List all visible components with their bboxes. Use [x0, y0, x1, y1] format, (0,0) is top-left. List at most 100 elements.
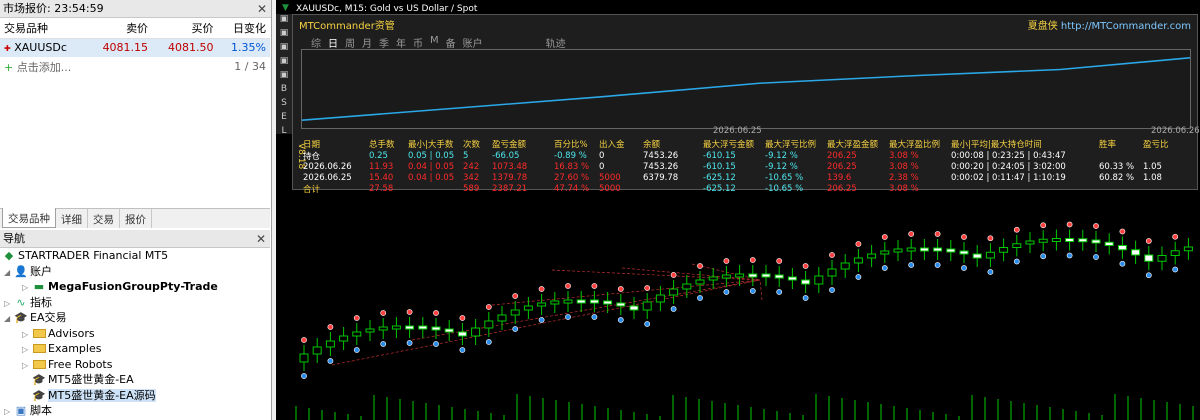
chevron-right-icon[interactable]: ▷	[22, 280, 32, 296]
tool-window-icon[interactable]: ▣	[276, 28, 292, 42]
tab-week[interactable]: 周	[345, 35, 355, 50]
tree-indicators[interactable]: ▷ ∿ 指标	[0, 295, 270, 311]
candle-body	[999, 247, 1009, 253]
candle-body	[603, 300, 613, 305]
tree-accounts[interactable]: ◢ 👤 账户	[0, 264, 270, 280]
tab-details[interactable]: 详细	[56, 209, 88, 228]
close-icon[interactable]: ✕	[256, 230, 266, 248]
down-arrow-icon: ✚	[4, 44, 11, 54]
cell-balance	[641, 183, 701, 195]
tab-magic[interactable]: M	[430, 35, 439, 50]
plus-icon: +	[4, 60, 14, 74]
buy-marker	[934, 262, 941, 268]
candle-body	[761, 273, 771, 278]
th-win-rate: 胜率	[1099, 139, 1117, 150]
close-icon[interactable]: ✕	[257, 0, 267, 18]
tool-window-icon[interactable]: ▣	[276, 56, 292, 70]
th-float-profit-pct: 最大浮盈比例	[889, 139, 941, 150]
tree-account[interactable]: ▷ ▬ MegaFusionGroupPty-Trade	[0, 279, 270, 295]
tab-note[interactable]: 备	[446, 35, 456, 50]
equity-line	[302, 57, 1190, 121]
link-url[interactable]: http://MTCommander.com	[1061, 21, 1191, 32]
candle-body	[1117, 245, 1127, 251]
chevron-down-icon[interactable]: ◢	[4, 311, 14, 327]
table-row[interactable]: ✚ XAUUSDc 4081.15 4081.50 1.35%	[0, 38, 270, 57]
sell-marker	[829, 252, 835, 258]
navigator-title: 导航 ✕	[0, 230, 270, 248]
tool-l-label[interactable]: L	[276, 126, 292, 140]
buy-marker	[301, 373, 307, 379]
sell-marker	[934, 231, 941, 237]
chevron-down-icon[interactable]: ◢	[4, 265, 14, 281]
tool-e-label[interactable]: E	[276, 112, 292, 126]
tree-broker[interactable]: ◆ STARTRADER Financial MT5	[0, 248, 270, 264]
tree-folder-examples[interactable]: ▷ Examples	[0, 341, 270, 357]
th-count: 次数	[463, 139, 481, 150]
tab-trading[interactable]: 交易	[88, 209, 120, 228]
candle-body	[735, 273, 745, 278]
tab-year[interactable]: 年	[396, 35, 406, 50]
tool-window-icon[interactable]: ▣	[276, 70, 292, 84]
tool-window-icon[interactable]: ▣	[276, 14, 292, 28]
tree-experts[interactable]: ◢ 🎓 EA交易	[0, 310, 270, 326]
candle-body	[972, 253, 982, 259]
accounts-icon: 👤	[14, 264, 28, 278]
col-ask[interactable]: 买价	[152, 18, 218, 39]
chevron-right-icon[interactable]: ▷	[4, 296, 14, 312]
cell-date: 2026.06.25	[303, 172, 352, 183]
chart-type-icon: ▼	[282, 3, 289, 13]
buy-marker	[353, 347, 360, 353]
buy-marker	[697, 295, 703, 301]
chevron-right-icon[interactable]: ▷	[22, 342, 32, 358]
tab-symbol[interactable]: 币	[413, 35, 423, 50]
chevron-right-icon[interactable]: ▷	[22, 358, 32, 374]
buy-marker	[802, 295, 809, 301]
col-change[interactable]: 日变化	[217, 18, 270, 39]
tree-ea-source-item[interactable]: 🎓 MT5盛世黄金-EA源码	[0, 388, 270, 404]
cell-hold-time: 0:00:20 | 0:24:05 | 3:02:00	[951, 162, 1066, 173]
tab-symbols[interactable]: 交易品种	[2, 208, 56, 228]
tree-folder-free-robots[interactable]: ▷ Free Robots	[0, 357, 270, 373]
tab-day[interactable]: 日	[328, 35, 338, 50]
tool-window-icon[interactable]: ▣	[276, 42, 292, 56]
th-flow: 出入金	[599, 139, 625, 150]
candle-body	[1183, 246, 1193, 252]
cell-float-profit: 139.6	[827, 172, 852, 183]
candle-body	[933, 247, 943, 252]
tool-b-label[interactable]: B	[276, 84, 292, 98]
tab-all[interactable]: 综	[311, 35, 321, 50]
folder-icon	[32, 341, 46, 357]
candle-body	[642, 301, 652, 311]
tab-quarter[interactable]: 季	[379, 35, 389, 50]
candlestick-area[interactable]	[292, 190, 1198, 420]
col-symbol[interactable]: 交易品种	[0, 18, 87, 39]
tree-folder-advisors[interactable]: ▷ Advisors	[0, 326, 270, 342]
sell-marker	[1172, 233, 1179, 240]
sell-marker	[406, 309, 413, 315]
buy-marker	[1013, 258, 1020, 265]
chevron-right-icon[interactable]: ▷	[22, 327, 32, 343]
buy-marker	[1145, 272, 1152, 279]
col-bid[interactable]: 卖价	[86, 18, 153, 39]
cell-pnl: 1073.48	[492, 162, 528, 173]
candle-body	[655, 294, 665, 303]
add-symbol-row[interactable]: + 点击添加... 1 / 34	[0, 57, 270, 77]
panel-link[interactable]: 夏盘侠 http://MTCommander.com	[1028, 17, 1191, 32]
th-lots: 总手数	[369, 139, 395, 150]
tab-track[interactable]: 轨迹	[546, 35, 566, 50]
tab-account[interactable]: 账户	[463, 35, 483, 50]
tree-scripts[interactable]: ▷ ▣ 脚本	[0, 403, 270, 419]
cell-float-profit: 206.25	[827, 184, 857, 194]
tab-ticks[interactable]: 报价	[120, 209, 152, 228]
tab-month[interactable]: 月	[362, 35, 372, 50]
tree-ea-item[interactable]: 🎓 MT5盛世黄金-EA	[0, 372, 270, 388]
buy-marker	[829, 287, 835, 293]
cell-balance: 6379.78	[643, 172, 679, 183]
cell-date: 合计	[303, 185, 321, 195]
chart-window[interactable]: ▼ XAUUSDc, M15: Gold vs US Dollar / Spot…	[276, 0, 1200, 420]
candle-body	[1051, 238, 1061, 242]
tool-s-label[interactable]: S	[276, 98, 292, 112]
chevron-right-icon[interactable]: ▷	[4, 404, 14, 420]
buy-marker	[1066, 252, 1073, 259]
cell-pnl: -66.05	[492, 151, 520, 161]
